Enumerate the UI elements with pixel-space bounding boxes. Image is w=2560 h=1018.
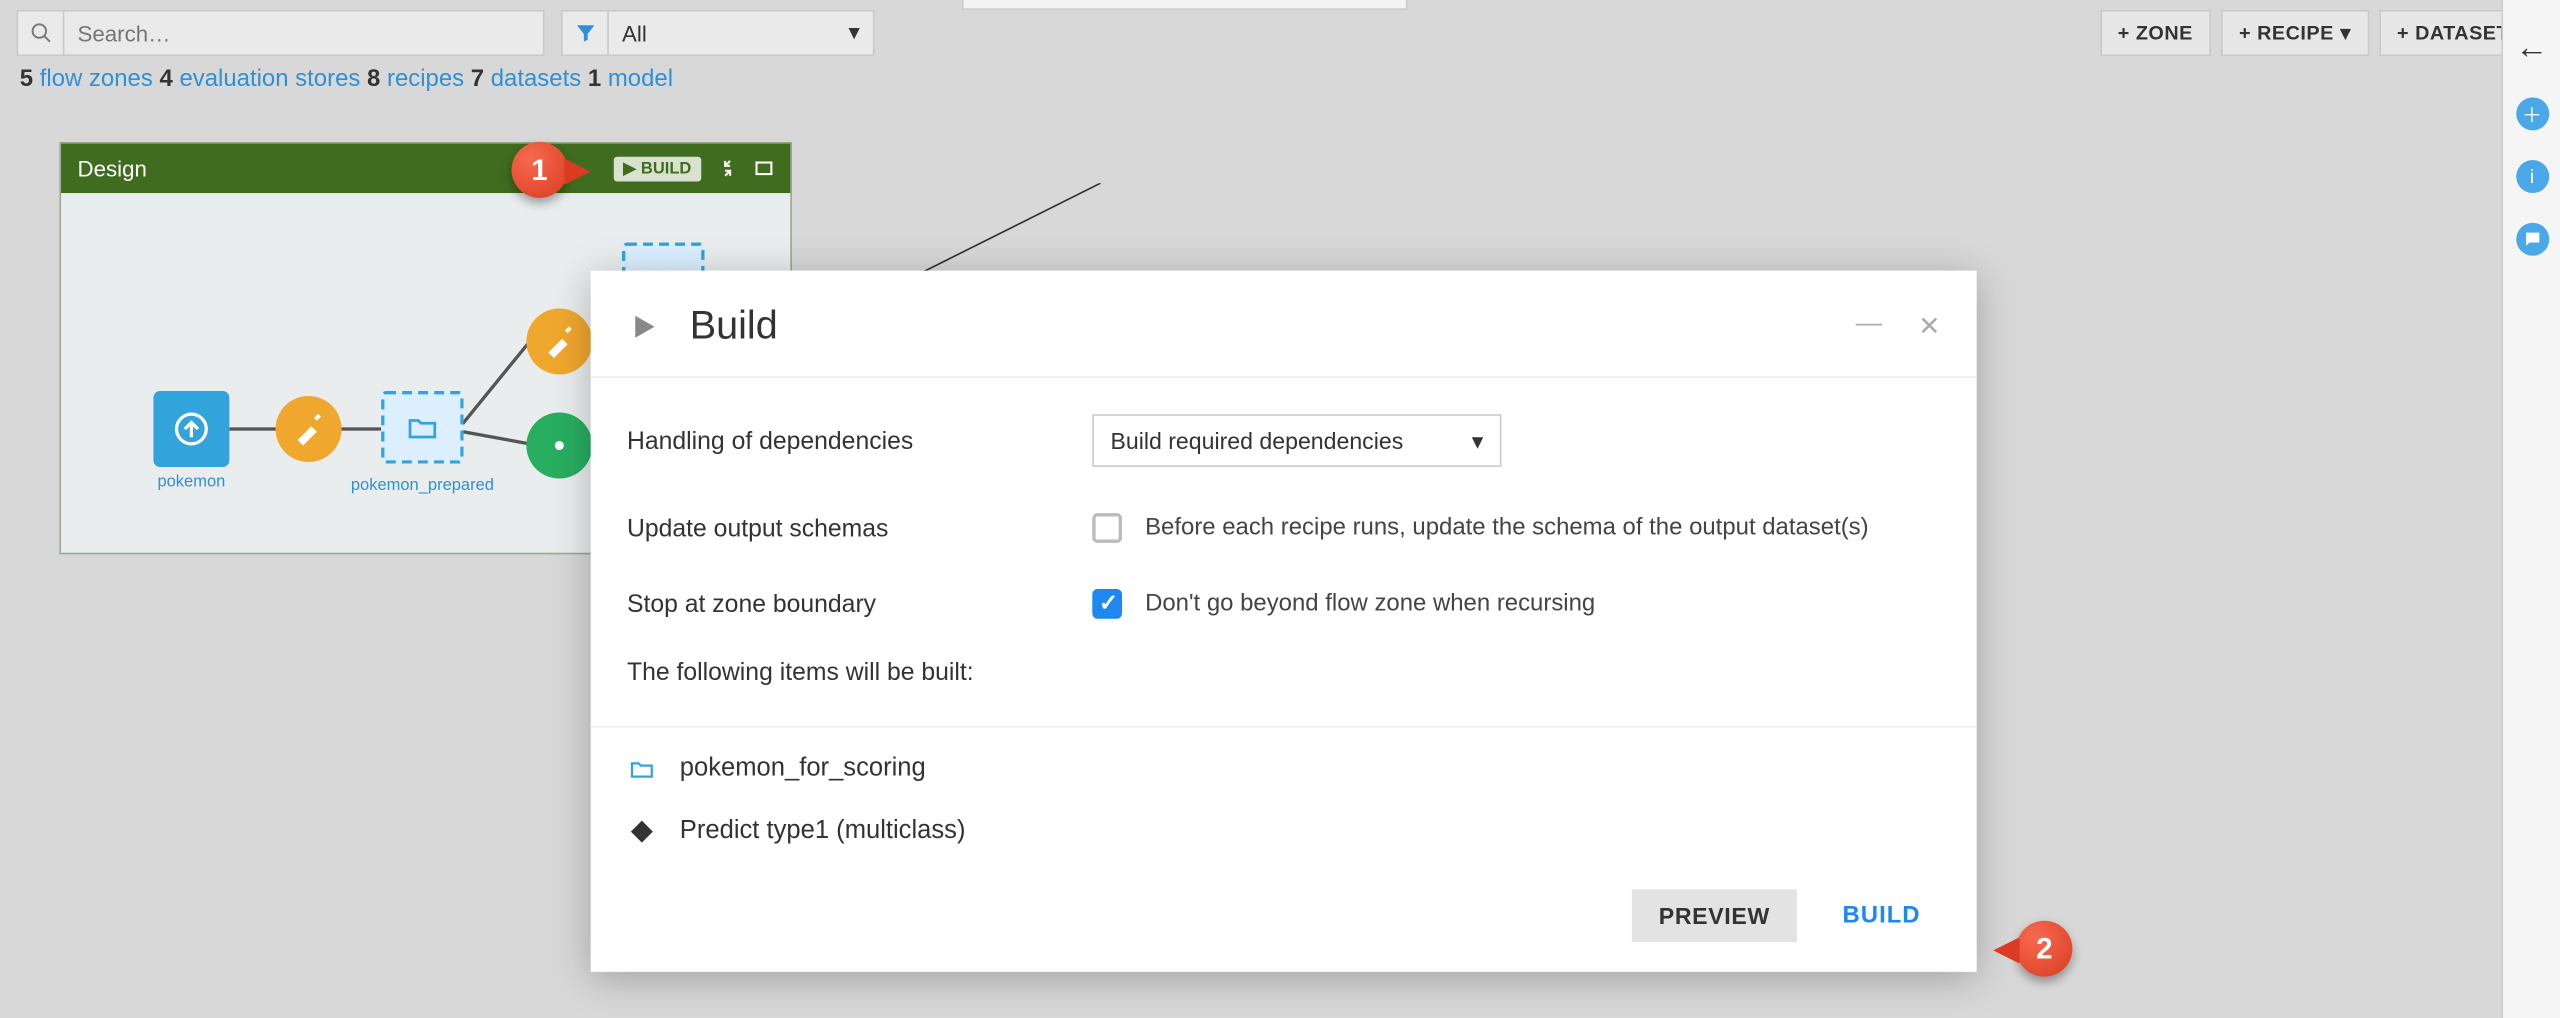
row-stop-boundary: Stop at zone boundary Don't go beyond fl…	[627, 566, 1940, 642]
summary-stats: 5 flow zones 4 evaluation stores 8 recip…	[0, 66, 2560, 106]
preview-button[interactable]: PREVIEW	[1632, 889, 1796, 942]
filter-select[interactable]: All ▾	[609, 20, 873, 46]
chevron-down-icon: ▾	[1472, 427, 1484, 455]
modal-header: Build — ✕	[591, 271, 1977, 377]
modal-title: Build	[690, 304, 778, 350]
zone-header: Design ▶ BUILD	[61, 144, 790, 194]
checkbox-update-schemas-text: Before each recipe runs, update the sche…	[1145, 515, 1869, 541]
build-item-name: pokemon_for_scoring	[680, 754, 926, 784]
chevron-down-icon: ▾	[848, 20, 859, 46]
add-recipe-button[interactable]: + RECIPE▾	[2221, 10, 2369, 56]
build-item-name: Predict type1 (multiclass)	[680, 817, 966, 847]
chevron-down-icon: ▾	[2340, 21, 2350, 44]
checkbox-update-schemas[interactable]	[1092, 513, 1122, 543]
minimize-icon[interactable]: —	[1856, 310, 1882, 343]
node-upload-dataset[interactable]: pokemon	[153, 391, 229, 467]
link-models[interactable]: model	[608, 66, 673, 92]
modal-footer: PREVIEW BUILD	[591, 863, 1977, 972]
search-icon	[18, 12, 64, 55]
label-dependencies: Handling of dependencies	[627, 427, 1092, 455]
add-circle-icon[interactable]: ＋	[2515, 97, 2548, 130]
node-prepared-dataset[interactable]: pokemon_prepared	[381, 391, 464, 464]
search-box[interactable]	[17, 10, 545, 56]
link-recipes[interactable]: recipes	[387, 66, 464, 92]
build-item: pokemon_for_scoring	[591, 738, 1977, 801]
window-icon[interactable]	[754, 158, 774, 178]
build-modal: Build — ✕ Handling of dependencies Build…	[591, 271, 1977, 972]
collapse-icon[interactable]	[718, 158, 738, 178]
search-input[interactable]	[64, 21, 542, 46]
add-zone-button[interactable]: + ZONE	[2100, 10, 2211, 56]
filter-value: All	[622, 21, 647, 46]
diamond-icon	[627, 818, 657, 844]
build-button[interactable]: BUILD	[1823, 889, 1941, 942]
info-icon[interactable]: i	[2515, 160, 2548, 193]
node-label: pokemon_prepared	[351, 477, 494, 495]
label-stop-boundary: Stop at zone boundary	[627, 590, 1092, 618]
node-recipe-broom[interactable]	[526, 309, 592, 375]
link-flow-zones[interactable]: flow zones	[40, 66, 153, 92]
callout-2: 2	[2016, 921, 2072, 977]
partial-offscreen-panel	[962, 0, 1407, 10]
select-dependencies[interactable]: Build required dependencies ▾	[1092, 414, 1501, 467]
filter-icon[interactable]	[563, 12, 609, 55]
link-datasets[interactable]: datasets	[491, 66, 581, 92]
zone-build-button[interactable]: ▶ BUILD	[613, 156, 701, 181]
back-icon[interactable]: ←	[2515, 30, 2548, 68]
build-items-list: pokemon_for_scoring Predict type1 (multi…	[591, 726, 1977, 863]
close-icon[interactable]: ✕	[1918, 310, 1940, 343]
row-update-schemas: Update output schemas Before each recipe…	[627, 490, 1940, 566]
build-item: Predict type1 (multiclass)	[591, 800, 1977, 863]
checkbox-stop-boundary-text: Don't go beyond flow zone when recursing	[1145, 591, 1595, 617]
play-icon	[627, 310, 660, 343]
label-update-schemas: Update output schemas	[627, 514, 1092, 542]
link-eval-stores[interactable]: evaluation stores	[179, 66, 360, 92]
row-dependencies: Handling of dependencies Build required …	[627, 391, 1940, 490]
node-recipe-train[interactable]	[526, 413, 592, 479]
items-heading: The following items will be built:	[627, 642, 1940, 710]
node-prepare-recipe[interactable]	[276, 396, 342, 462]
node-label: pokemon	[157, 474, 225, 492]
right-sidebar: ← ＋ i	[2501, 0, 2560, 1018]
folder-icon	[627, 756, 657, 782]
chat-icon[interactable]	[2515, 223, 2548, 256]
zone-title: Design	[78, 156, 147, 181]
checkbox-stop-boundary[interactable]	[1092, 589, 1122, 619]
callout-1: 1	[512, 142, 568, 198]
filter-box[interactable]: All ▾	[561, 10, 875, 56]
